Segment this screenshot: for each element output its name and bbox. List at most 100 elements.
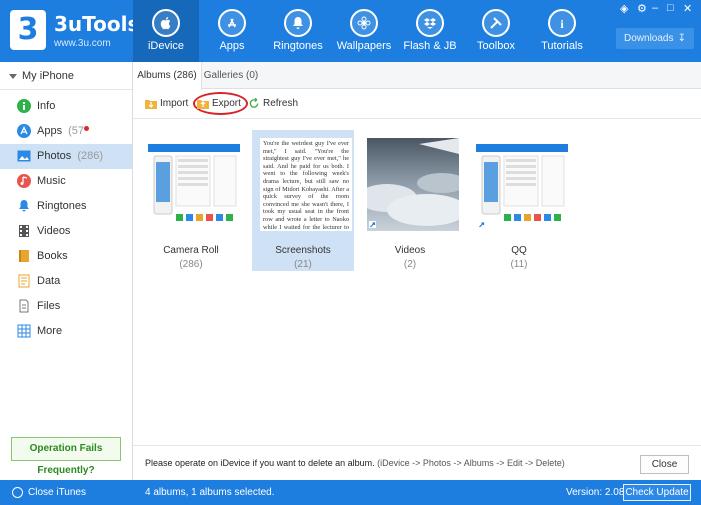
device-label: My iPhone bbox=[22, 70, 74, 82]
photos-count: (286) bbox=[77, 150, 103, 162]
film-icon bbox=[19, 225, 29, 237]
document-icon bbox=[18, 274, 30, 288]
wrench-icon bbox=[482, 9, 510, 37]
sidebar-item-label: Videos bbox=[37, 225, 71, 237]
itunes-ring-icon bbox=[12, 487, 23, 498]
app-store-icon bbox=[17, 124, 31, 138]
tab-galleries[interactable]: Galleries (0) bbox=[203, 62, 259, 89]
sidebar-item-data[interactable]: Data bbox=[0, 269, 132, 294]
sidebar-item-label: Files bbox=[37, 300, 61, 312]
info-icon: i bbox=[548, 9, 576, 37]
music-icon bbox=[17, 174, 31, 188]
delete-album-note: Please operate on iDevice if you want to… bbox=[133, 445, 701, 480]
bell-icon bbox=[19, 200, 29, 212]
maximize-icon[interactable]: □ bbox=[667, 2, 674, 14]
sidebar-item-label: Data bbox=[37, 275, 61, 287]
album-camera-roll[interactable]: Camera Roll (286) bbox=[140, 130, 242, 271]
svg-text:i: i bbox=[560, 17, 564, 31]
check-update-button[interactable]: Check Update bbox=[623, 484, 691, 501]
album-count: (21) bbox=[294, 259, 312, 270]
close-itunes-button[interactable]: Close iTunes bbox=[12, 480, 86, 505]
album-count: (11) bbox=[510, 259, 528, 270]
sidebar-item-info[interactable]: Info bbox=[0, 94, 132, 119]
album-qq[interactable]: QQ (11) bbox=[468, 130, 570, 271]
album-thumbnail bbox=[148, 138, 240, 231]
sidebar-item-apps[interactable]: Apps (57 bbox=[0, 119, 132, 144]
downloads-label: Downloads bbox=[624, 33, 674, 44]
photo-icon bbox=[17, 150, 31, 162]
nav-tab-toolbox[interactable]: Toolbox bbox=[463, 0, 529, 62]
operation-fails-button[interactable]: Operation Fails Frequently? bbox=[11, 437, 121, 476]
export-button[interactable]: Export bbox=[197, 96, 241, 112]
close-button[interactable]: Close bbox=[640, 455, 689, 474]
main-panel: Albums (286) Galleries (0) Import Export… bbox=[133, 62, 701, 480]
bell-icon bbox=[284, 9, 312, 37]
sidebar-item-videos[interactable]: Videos bbox=[0, 219, 132, 244]
status-bar: Close iTunes 4 albums, 1 albums selected… bbox=[0, 480, 701, 505]
close-icon[interactable]: ✕ bbox=[683, 2, 692, 15]
album-name: QQ bbox=[511, 245, 527, 256]
app-store-icon bbox=[218, 9, 246, 37]
app-name: 3uTools bbox=[54, 12, 140, 36]
refresh-button[interactable]: Refresh bbox=[248, 96, 298, 112]
gear-icon[interactable]: ⚙ bbox=[637, 2, 647, 15]
download-arrow-icon: ↧ bbox=[677, 33, 686, 44]
import-button[interactable]: Import bbox=[145, 96, 188, 112]
album-thumbnail bbox=[476, 138, 568, 231]
nav-tab-label: Wallpapers bbox=[336, 40, 392, 52]
version-label: Version: 2.08 bbox=[566, 487, 625, 498]
nav-tab-apps[interactable]: Apps bbox=[199, 0, 265, 62]
sidebar-item-photos[interactable]: Photos (286) bbox=[0, 144, 132, 169]
sidebar-item-label: More bbox=[37, 325, 63, 337]
import-label: Import bbox=[160, 98, 189, 109]
nav-tab-label: iDevice bbox=[147, 40, 185, 52]
selection-info: 4 albums, 1 albums selected. bbox=[145, 487, 275, 498]
grid-icon bbox=[17, 324, 31, 338]
info-circle-icon bbox=[17, 99, 31, 113]
nav-tab-label: Apps bbox=[219, 40, 245, 52]
album-count: (2) bbox=[403, 259, 417, 270]
tab-albums[interactable]: Albums (286) bbox=[133, 62, 202, 90]
nav-tab-tutorials[interactable]: i Tutorials bbox=[529, 0, 595, 62]
nav-tab-label: Toolbox bbox=[477, 40, 515, 52]
sidebar-item-label: Books bbox=[37, 250, 68, 262]
sidebar-item-music[interactable]: Music bbox=[0, 169, 132, 194]
album-screenshots[interactable]: You're the weirdest guy I've ever met," … bbox=[252, 130, 354, 271]
device-header[interactable]: My iPhone bbox=[0, 62, 132, 90]
app-url: www.3u.com bbox=[54, 38, 111, 49]
toolbar: Import Export Refresh bbox=[133, 89, 701, 119]
nav-tab-idevice[interactable]: iDevice bbox=[133, 0, 199, 62]
sidebar-item-files[interactable]: Files bbox=[0, 294, 132, 319]
sidebar-item-more[interactable]: More bbox=[0, 319, 132, 344]
logo-mark: 3 bbox=[10, 10, 46, 50]
sidebar-item-ringtones[interactable]: Ringtones bbox=[0, 194, 132, 219]
album-videos[interactable]: Videos (2) bbox=[359, 130, 461, 271]
sidebar-item-books[interactable]: Books bbox=[0, 244, 132, 269]
minimize-icon[interactable]: – bbox=[652, 2, 658, 14]
nav-tab-label: Flash & JB bbox=[403, 40, 457, 52]
nav-tab-label: Tutorials bbox=[541, 40, 583, 52]
notification-dot bbox=[84, 126, 90, 131]
sidebar-item-label: Music bbox=[37, 175, 66, 187]
album-thumbnail bbox=[367, 138, 459, 231]
import-folder-icon bbox=[145, 100, 157, 109]
dropbox-icon bbox=[416, 9, 444, 37]
close-itunes-label: Close iTunes bbox=[28, 487, 86, 498]
refresh-icon bbox=[249, 98, 259, 108]
nav-tab-flash-jb[interactable]: Flash & JB bbox=[397, 0, 463, 62]
album-tabs: Albums (286) Galleries (0) bbox=[133, 62, 701, 90]
nav-tab-ringtones[interactable]: Ringtones bbox=[265, 0, 331, 62]
album-count: (286) bbox=[179, 259, 203, 270]
sidebar-item-label: Photos bbox=[37, 150, 72, 162]
screenshot-text: You're the weirdest guy I've ever met," … bbox=[263, 140, 349, 231]
sidebar-item-label: Ringtones bbox=[37, 200, 87, 212]
note-path: (iDevice -> Photos -> Albums -> Edit -> … bbox=[377, 458, 565, 468]
nav-tab-wallpapers[interactable]: Wallpapers bbox=[331, 0, 397, 62]
flower-icon bbox=[350, 9, 378, 37]
shirt-icon[interactable]: ◈ bbox=[620, 2, 628, 15]
downloads-button[interactable]: Downloads ↧ bbox=[616, 28, 694, 49]
file-icon bbox=[19, 299, 29, 313]
export-folder-icon bbox=[197, 100, 209, 109]
sidebar: My iPhone Info Apps (57 Photos (286) Mus… bbox=[0, 62, 133, 480]
refresh-label: Refresh bbox=[263, 98, 299, 109]
